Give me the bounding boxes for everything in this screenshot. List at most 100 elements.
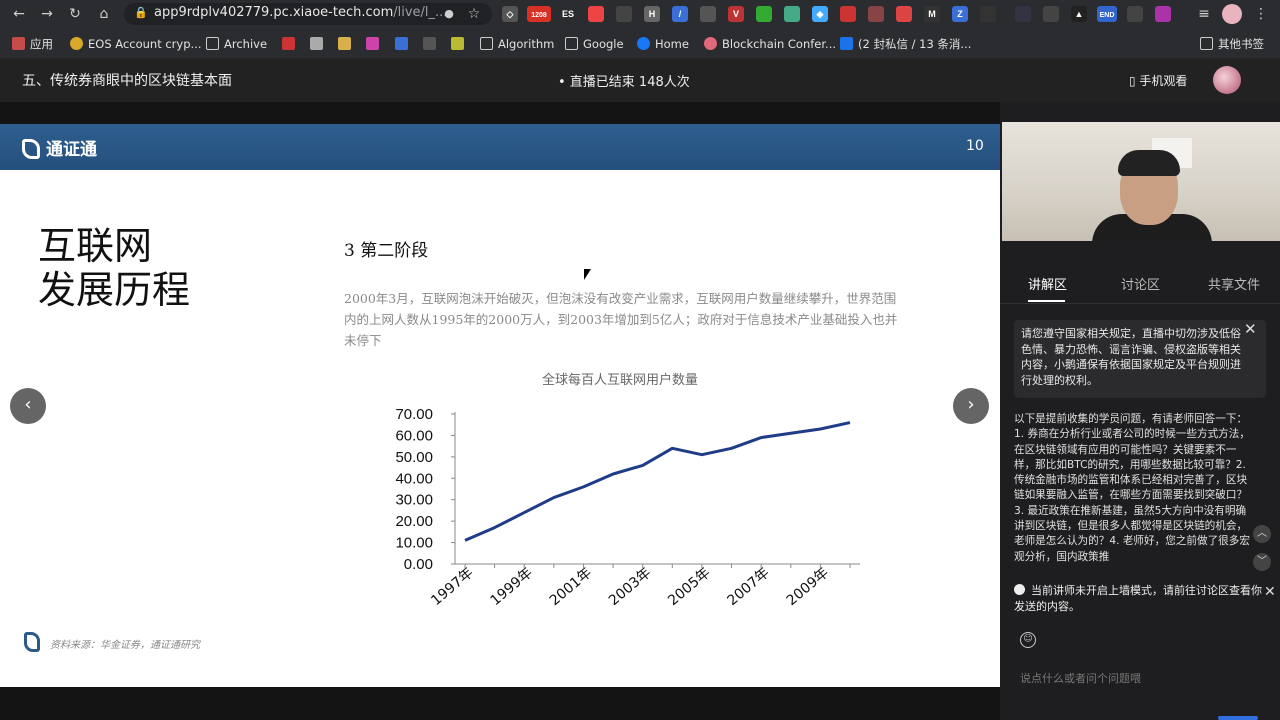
- bookmark-algorithm[interactable]: Algorithm: [480, 36, 554, 52]
- tab-shared-files[interactable]: 共享文件: [1208, 274, 1260, 293]
- bookmark-zhihu[interactable]: (2 封私信 / 13 条消...: [840, 36, 971, 52]
- conference-icon: [704, 37, 717, 50]
- bookmark-other[interactable]: 其他书签: [1200, 36, 1264, 52]
- es-label: ES: [561, 9, 574, 19]
- questions-message: 以下是提前收集的学员问题，有请老师回答一下：1. 券商在分析行业或者公司的时候一…: [1014, 413, 1250, 563]
- camera-feed: [1002, 122, 1280, 241]
- reload-icon[interactable]: ↻: [66, 5, 84, 23]
- chart-title: 全球每百人互联网用户数量: [541, 373, 698, 388]
- ext-shield2-icon[interactable]: [1127, 6, 1143, 22]
- chat-input[interactable]: 说点什么或者问个问题喂: [1020, 670, 1141, 686]
- series-line: [464, 421, 851, 542]
- site-icon: [282, 37, 295, 50]
- end-badge: END: [1099, 12, 1115, 19]
- brand-logo-icon: [22, 139, 40, 159]
- bookmark-icon-4[interactable]: [366, 36, 384, 52]
- y-tick-label: 10.00: [395, 535, 433, 552]
- ext-dark-icon[interactable]: [868, 6, 884, 22]
- bookmark-label: Google: [583, 37, 624, 51]
- ext-shield-icon[interactable]: [980, 6, 996, 22]
- y-tick-label: 60.00: [395, 427, 433, 444]
- es-ext-icon[interactable]: ES: [560, 6, 576, 22]
- send-button[interactable]: [1218, 716, 1258, 720]
- tab-discussion[interactable]: 讨论区: [1121, 274, 1160, 293]
- scroll-down-button[interactable]: ﹀: [1253, 553, 1271, 571]
- emoji-icon[interactable]: ☺: [1020, 632, 1036, 648]
- bookmark-home[interactable]: Home: [637, 36, 689, 52]
- chevron-left-icon: ‹: [24, 394, 32, 415]
- active-tab-underline: [1028, 300, 1065, 302]
- ext-red-icon[interactable]: [588, 6, 604, 22]
- ext-v-icon[interactable]: V: [728, 6, 744, 22]
- notice-text: 请您遵守国家相关规定，直播中切勿涉及低俗色情、暴力恐怖、谣言诈骗、侵权盗版等相关…: [1021, 327, 1241, 387]
- url-text[interactable]: app9rdplv402779.pc.xiaoe-tech.com/live/l…: [154, 4, 447, 22]
- prev-slide-button[interactable]: ‹: [10, 388, 46, 424]
- slide-big-title: 互联网 发展历程: [38, 224, 190, 312]
- avatar[interactable]: [1213, 66, 1241, 94]
- site-icon: [366, 37, 379, 50]
- info-icon: [1014, 584, 1025, 595]
- tab-explain[interactable]: 讲解区: [1028, 274, 1067, 293]
- apps-grid-icon: [12, 37, 25, 50]
- bookmark-icon-2[interactable]: [310, 36, 328, 52]
- bookmark-icon-5[interactable]: [395, 36, 413, 52]
- tip-close-icon[interactable]: ✕: [1264, 584, 1276, 600]
- folder-icon: [1200, 37, 1213, 50]
- y-tick-label: 0.00: [404, 556, 433, 573]
- next-slide-button[interactable]: ›: [953, 388, 989, 424]
- x-tick-label: 2009年: [784, 565, 832, 609]
- bookmark-icon-3[interactable]: [338, 36, 356, 52]
- ext-fox-icon[interactable]: [1043, 6, 1059, 22]
- ext-slash-icon[interactable]: /: [672, 6, 688, 22]
- source-note: 资料来源：华金证券，通证通研究: [50, 640, 200, 651]
- x-tick-label: 2003年: [606, 565, 654, 609]
- ext-dot-icon[interactable]: [1015, 6, 1031, 22]
- chevron-up-icon: ︿: [1257, 528, 1267, 539]
- brand-name: 通证通: [46, 140, 97, 160]
- x-tick-label: 2005年: [665, 565, 713, 609]
- ext-h-icon[interactable]: H: [644, 6, 660, 22]
- x-tick-label: 1999年: [488, 565, 536, 609]
- reading-list-icon[interactable]: ≡: [1195, 5, 1213, 23]
- bookmarks-bar: 应用 EOS Account cryp... Archive Algorithm…: [0, 31, 1280, 57]
- bookmark-archive[interactable]: Archive: [206, 36, 267, 52]
- forward-icon[interactable]: →: [38, 5, 56, 23]
- bookmark-eos[interactable]: EOS Account cryp...: [70, 36, 201, 52]
- ext-p-icon[interactable]: [1155, 6, 1171, 22]
- mic-icon[interactable]: ●: [440, 5, 458, 23]
- ext-z-icon[interactable]: Z: [952, 6, 968, 22]
- bookmark-google[interactable]: Google: [565, 36, 624, 52]
- chevron-down-icon: ﹀: [1257, 556, 1267, 567]
- bookmark-icon-1[interactable]: [282, 36, 300, 52]
- ext-yab-icon[interactable]: [840, 6, 856, 22]
- lock-icon: 🔒: [134, 6, 148, 19]
- ext-end-icon[interactable]: END: [1097, 6, 1117, 22]
- ext-glasses-icon[interactable]: [616, 6, 632, 22]
- bookmark-blockchain[interactable]: Blockchain Confer...: [704, 36, 836, 52]
- home-icon[interactable]: ⌂: [95, 5, 113, 23]
- mobile-view-button[interactable]: ▯ 手机观看: [1129, 72, 1187, 89]
- bookmark-apps[interactable]: 应用: [12, 36, 53, 52]
- ext-m-icon[interactable]: M: [924, 6, 940, 22]
- mail-ext-icon[interactable]: 1208: [527, 6, 551, 22]
- ext-teal-icon[interactable]: [784, 6, 800, 22]
- y-tick-label: 70.00: [395, 406, 433, 423]
- bookmark-star-icon[interactable]: ☆: [465, 5, 483, 23]
- ext-camera-icon[interactable]: [700, 6, 716, 22]
- scroll-up-button[interactable]: ︿: [1253, 525, 1271, 543]
- ext-diamond-icon[interactable]: ◆: [812, 6, 828, 22]
- slide-page-number: 10: [966, 138, 984, 154]
- bookmark-icon-7[interactable]: [451, 36, 469, 52]
- ext-tri-icon[interactable]: ▲: [1071, 6, 1087, 22]
- slide-paragraph: 2000年3月，互联网泡沫开始破灭，但泡沫没有改变产业需求，互联网用户数量继续攀…: [344, 291, 898, 348]
- bookmark-label: Algorithm: [498, 37, 555, 51]
- close-icon[interactable]: ✕: [1244, 320, 1257, 338]
- profile-icon[interactable]: [1222, 4, 1242, 24]
- ext-green-icon[interactable]: [756, 6, 772, 22]
- source-logo-icon: [24, 632, 40, 652]
- menu-icon[interactable]: ⋮: [1252, 5, 1270, 23]
- ext-web-icon[interactable]: [896, 6, 912, 22]
- pocket-ext-icon[interactable]: ◇: [502, 6, 518, 22]
- back-icon[interactable]: ←: [10, 5, 28, 23]
- bookmark-icon-6[interactable]: [423, 36, 441, 52]
